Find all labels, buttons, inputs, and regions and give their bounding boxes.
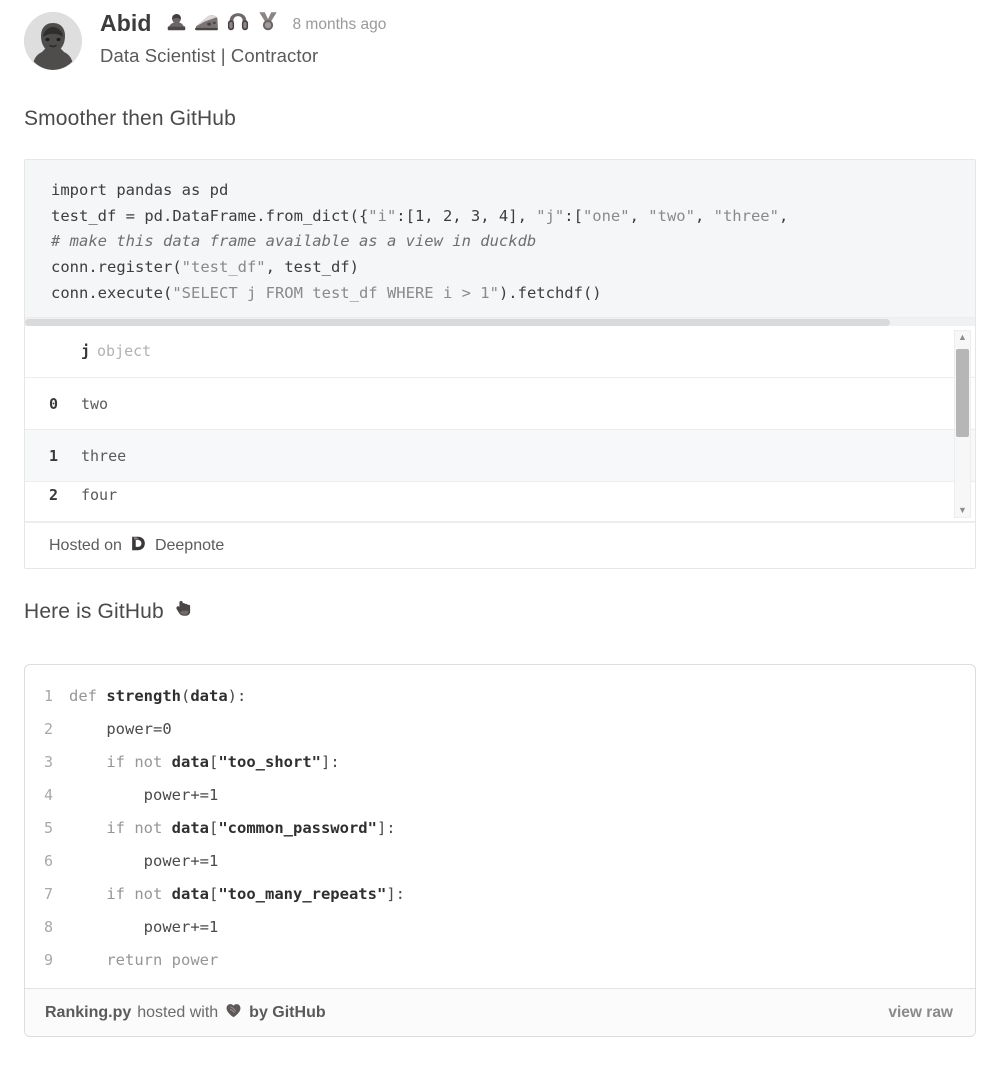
- gist-line-number: 9: [43, 950, 53, 969]
- code-line-2: test_df = pd.DataFrame.from_dict({"i":[1…: [51, 206, 789, 225]
- gist-line-number: 2: [43, 719, 53, 738]
- table-row-value: two: [81, 394, 109, 413]
- gist-line-source: def strength(data):: [69, 686, 247, 705]
- table-row-index-text: 2: [49, 486, 59, 505]
- gist-line: 1 def strength(data):: [25, 679, 975, 712]
- gist-line-source: if not data["common_password"]:: [69, 818, 396, 837]
- table-column-header: j object: [81, 326, 975, 378]
- gist-filename[interactable]: Ranking.py: [45, 1004, 131, 1022]
- gist-line-source: if not data["too_many_repeats"]:: [69, 884, 405, 903]
- gist-line: 5 if not data["common_password"]:: [25, 811, 975, 844]
- table-vertical-scrollbar[interactable]: ▲ ▼: [954, 329, 971, 519]
- gist-line-source: power+=1: [69, 785, 219, 804]
- heart-icon: [224, 1001, 243, 1025]
- gist-line-source: power+=1: [69, 851, 219, 870]
- author-name[interactable]: Abid: [100, 11, 152, 35]
- table-vertical-scrollbar-thumb[interactable]: [956, 348, 969, 437]
- author-name-row: Abid 8 months ago: [100, 10, 386, 36]
- gist-line-source: return power: [69, 950, 219, 969]
- deepnote-footer: Hosted on Deepnote: [25, 522, 975, 569]
- deepnote-logo-icon: [129, 534, 148, 558]
- gist-line: 9 return power: [25, 943, 975, 976]
- author-text-block: Abid 8 months ago Data Scientist | Contr…: [100, 8, 386, 67]
- gist-by-github-label: by GitHub: [249, 1003, 326, 1021]
- gist-hosted-with-label: hosted with: [137, 1003, 219, 1021]
- deepnote-output-table: j object 0 two 1 three 2 four: [25, 326, 975, 523]
- gist-line-source: power=0: [69, 719, 172, 738]
- author-subtitle: Data Scientist | Contractor: [100, 45, 319, 66]
- gist-footer: Ranking.py hosted with by GitHub view ra…: [25, 988, 975, 1037]
- deepnote-embed[interactable]: import pandas as pd test_df = pd.DataFra…: [24, 159, 976, 570]
- gist-footer-left: Ranking.py hosted with by GitHub: [45, 1001, 326, 1025]
- gist-line: 6 power+=1: [25, 844, 975, 877]
- table-header-row: j object: [25, 326, 975, 378]
- table-row: 2 four: [25, 482, 975, 522]
- table-row-index: 0: [49, 394, 59, 413]
- section-heading-here-github-text: Here is GitHub: [24, 600, 164, 624]
- table-row-value-text: four: [81, 486, 118, 505]
- code-horizontal-scrollbar-thumb[interactable]: [25, 318, 890, 326]
- code-horizontal-scrollbar[interactable]: [25, 316, 975, 326]
- gist-line-number: 6: [43, 851, 53, 870]
- scroll-down-arrow-icon[interactable]: ▼: [958, 506, 967, 515]
- code-line-4: conn.register("test_df", test_df): [51, 258, 359, 277]
- bust-silhouette-badge-icon[interactable]: [166, 11, 187, 36]
- deepnote-code-block[interactable]: import pandas as pd test_df = pd.DataFra…: [25, 160, 975, 317]
- code-line-5: conn.execute("SELECT j FROM test_df WHER…: [51, 283, 602, 302]
- table-column-type: object: [97, 342, 152, 361]
- deepnote-brand-label: Deepnote: [154, 536, 225, 554]
- scroll-up-arrow-icon[interactable]: ▲: [958, 332, 967, 342]
- code-line-1: import pandas as pd: [51, 181, 229, 199]
- author-badges: [166, 10, 279, 36]
- gist-line-number: 8: [43, 917, 53, 936]
- gist-line-number: 3: [43, 752, 53, 771]
- gist-line: 7 if not data["too_many_repeats"]:: [25, 877, 975, 910]
- table-column-name: j: [81, 342, 91, 361]
- code-line-3-comment: # make this data frame available as a vi…: [51, 232, 537, 251]
- avatar[interactable]: [24, 12, 82, 70]
- deepnote-output-table-wrap: j object 0 two 1 three 2 four ▲ ▼: [25, 325, 975, 523]
- backhand-index-pointing-down-icon: [173, 598, 195, 626]
- table-row-index: 2: [25, 482, 81, 522]
- hosted-on-label: Hosted on: [49, 536, 122, 554]
- gist-line-number: 1: [43, 686, 53, 705]
- gist-line-source: power+=1: [69, 917, 219, 936]
- section-heading-here-github: Here is GitHub: [0, 598, 1000, 626]
- section-heading-smoother-text: Smoother then GitHub: [24, 107, 236, 130]
- gist-line: 4 power+=1: [25, 778, 975, 811]
- table-row-value: four: [81, 482, 975, 522]
- section-heading-smoother: Smoother then GitHub: [0, 107, 1000, 131]
- article-page: Abid 8 months ago Data Scientist | Contr…: [0, 0, 1000, 1078]
- post-timestamp: 8 months ago: [292, 15, 387, 33]
- medal-badge-icon[interactable]: [257, 10, 279, 36]
- cheese-wedge-badge-icon[interactable]: [194, 11, 219, 36]
- table-index-header: [25, 326, 81, 378]
- author-header: Abid 8 months ago Data Scientist | Contr…: [0, 0, 1000, 84]
- table-row: 0 two: [25, 378, 975, 430]
- gist-line-number: 5: [43, 818, 53, 837]
- gist-line: 8 power+=1: [25, 910, 975, 943]
- gist-line: 3 if not data["too_short"]:: [25, 745, 975, 778]
- gist-line-number: 7: [43, 884, 53, 903]
- github-gist-embed[interactable]: 1 def strength(data): 2 power=0 3 if not…: [24, 664, 976, 1038]
- user-avatar-icon: [24, 12, 82, 70]
- gist-view-raw-link[interactable]: view raw: [888, 1004, 953, 1022]
- earmuffs-badge-icon[interactable]: [226, 11, 250, 36]
- gist-line-source: if not data["too_short"]:: [69, 752, 340, 771]
- gist-code-block[interactable]: 1 def strength(data): 2 power=0 3 if not…: [25, 665, 975, 988]
- gist-line: 2 power=0: [25, 712, 975, 745]
- gist-line-number: 4: [43, 785, 53, 804]
